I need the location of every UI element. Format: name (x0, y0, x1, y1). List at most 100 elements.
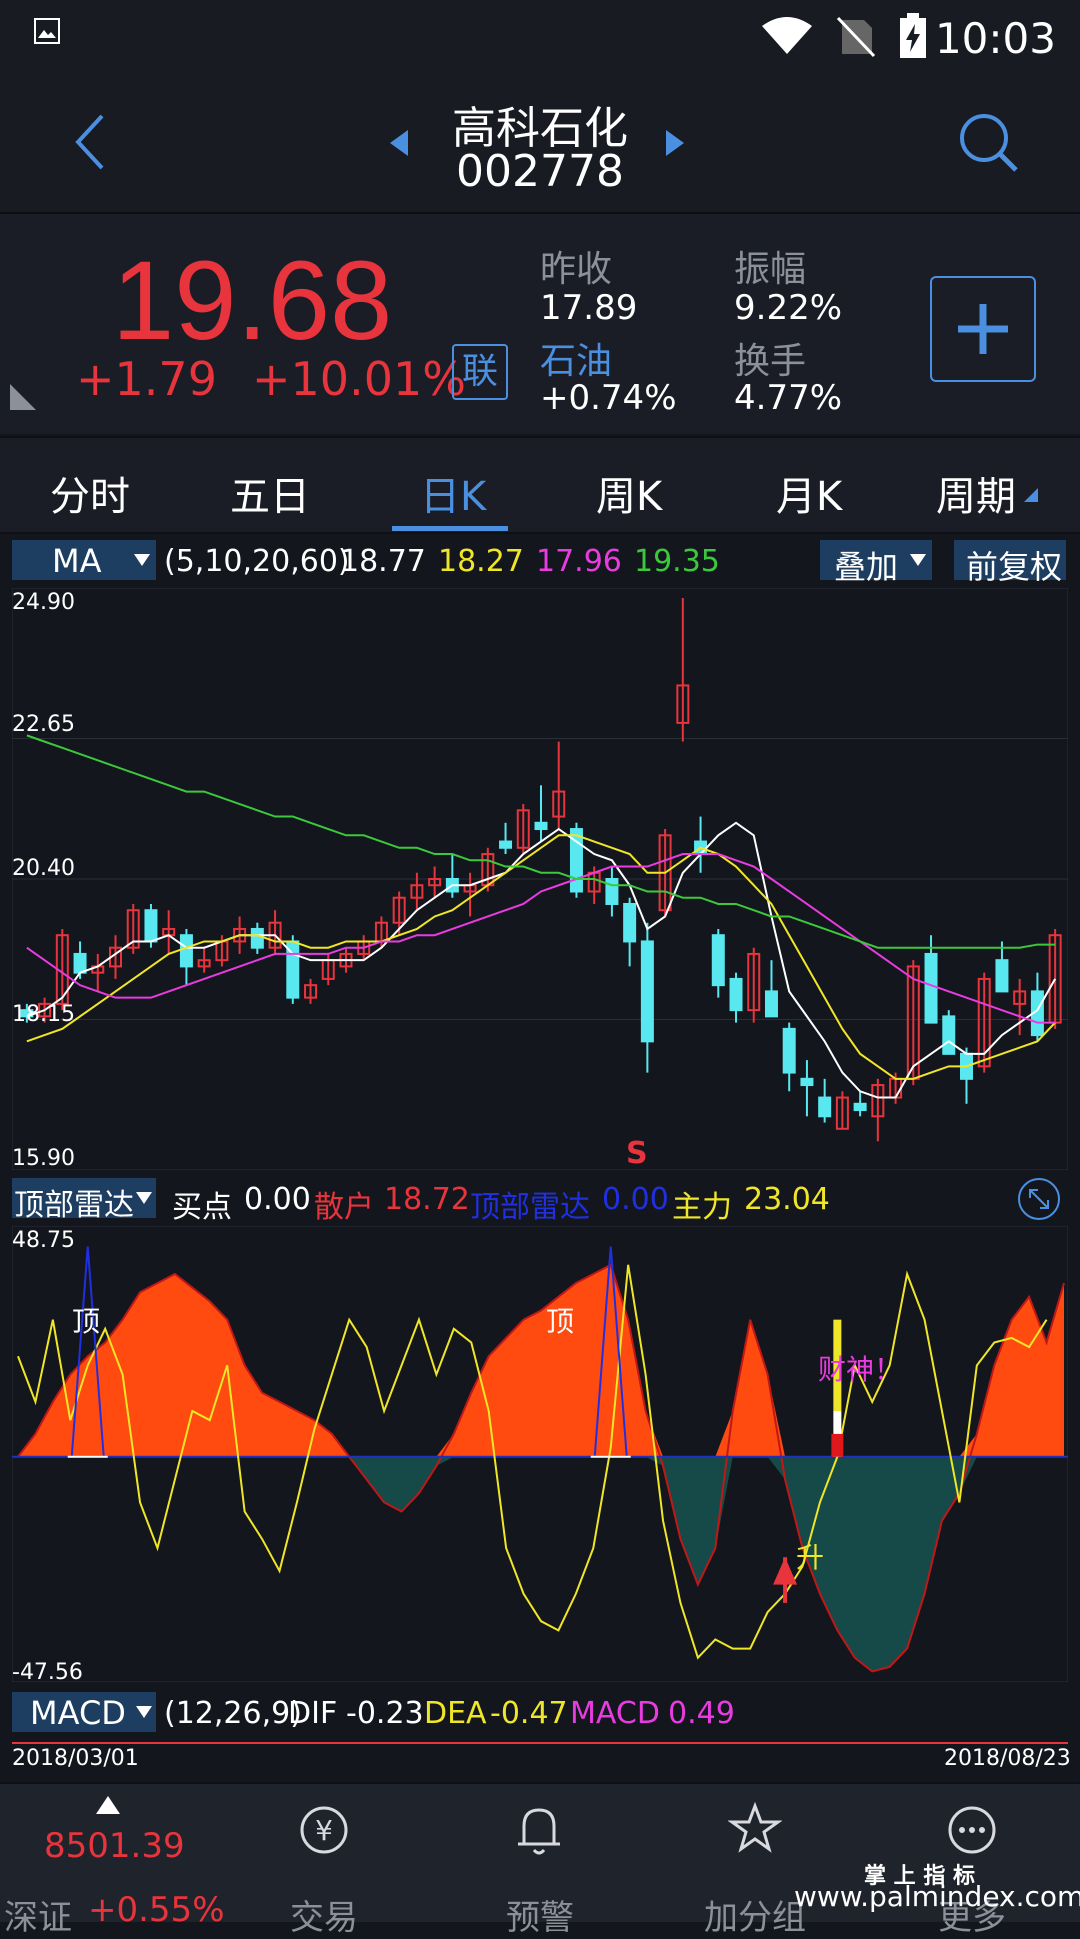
main-force-value: 23.04 (744, 1182, 830, 1217)
adjust-button[interactable]: 前复权 (954, 540, 1066, 586)
battery-charging-icon (900, 13, 926, 58)
retail-label: 散户 (314, 1190, 374, 1225)
linked-button[interactable]: 联 (452, 344, 508, 400)
macd-params: (12,26,9) (164, 1696, 302, 1731)
svg-text:¥: ¥ (315, 1814, 333, 1847)
trade-label[interactable]: 交易 (290, 1890, 358, 1939)
star-icon[interactable] (728, 1802, 782, 1856)
up-arrow-icon (96, 1796, 120, 1814)
tab-five-day[interactable]: 五日 (230, 464, 310, 522)
macd-value: 0.49 (668, 1696, 735, 1731)
prev-close-label: 昨收 (540, 249, 613, 290)
sell-signal-mark: S (626, 1136, 648, 1171)
radar-positive-area (18, 1264, 1064, 1457)
active-tab-indicator (392, 526, 508, 531)
plus-icon (958, 304, 1008, 354)
candle-body (605, 878, 619, 905)
ma20-value: 17.96 (536, 544, 622, 579)
tab-weekly-k[interactable]: 周K (596, 464, 662, 522)
price-axis-tick: 18.15 (12, 1002, 75, 1027)
candle-body (73, 952, 87, 974)
main-force-label: 主力 (672, 1190, 732, 1225)
top-signal-label: 顶 (72, 1305, 101, 1338)
candle-body (499, 840, 513, 849)
trade-icon[interactable]: ¥ (298, 1804, 350, 1856)
candle-body (623, 902, 637, 943)
radar-axis-min: -47.56 (12, 1660, 83, 1685)
candle-body (942, 1015, 956, 1055)
stock-code: 002778 (456, 146, 624, 197)
top-radar-value: 0.00 (602, 1182, 669, 1217)
price-change: +1.79 (76, 352, 217, 406)
top-radar-label: 顶部雷达 (470, 1190, 590, 1225)
sector-label[interactable]: 石油 (540, 332, 612, 384)
period-dropdown-icon (1024, 488, 1038, 502)
rise-signal-label: 升 (796, 1541, 825, 1574)
buy-point-label: 买点 (172, 1190, 232, 1225)
more-icon[interactable] (946, 1804, 998, 1856)
overlay-label: 叠加 (834, 548, 899, 586)
price-axis-min: 15.90 (12, 1146, 75, 1171)
index-name[interactable]: 深证 (4, 1890, 72, 1939)
corner-triangle-icon (10, 384, 36, 410)
adjust-label: 前复权 (966, 548, 1063, 586)
ma-selector-label: MA (52, 542, 102, 580)
tab-intraday[interactable]: 分时 (50, 464, 130, 522)
expand-icon[interactable] (1016, 1176, 1062, 1222)
chevron-down-icon (910, 554, 926, 566)
add-watchlist-button[interactable] (930, 276, 1036, 382)
turnover-label: 换手 (734, 341, 807, 382)
search-icon[interactable] (958, 112, 1020, 174)
candle-body (764, 990, 778, 1018)
kline-chart[interactable] (12, 588, 1068, 1170)
candle-body (818, 1096, 832, 1118)
macd-selector[interactable]: MACD (12, 1692, 156, 1732)
radar-selector[interactable]: 顶部雷达 (12, 1178, 156, 1223)
overlay-selector[interactable]: 叠加 (820, 540, 932, 586)
ma-params: (5,10,20,60) (164, 544, 350, 579)
radar-axis-max: 48.75 (12, 1228, 75, 1253)
retail-value: 18.72 (384, 1182, 470, 1217)
dif-value: -0.23 (346, 1696, 424, 1731)
sector-change: +0.74% (540, 378, 677, 418)
chevron-down-icon (136, 1706, 152, 1718)
price-axis-tick: 20.40 (12, 856, 75, 881)
add-group-label[interactable]: 加分组 (704, 1890, 806, 1939)
candle-body (144, 909, 158, 943)
chevron-down-icon (134, 554, 150, 566)
tab-daily-k[interactable]: 日K (420, 464, 486, 522)
index-value[interactable]: 8501.39 (44, 1826, 185, 1866)
price-change-pct: +10.01% (252, 352, 466, 406)
candle-body (534, 821, 548, 831)
amplitude-label: 振幅 (734, 249, 807, 290)
tab-monthly-k[interactable]: 月K (776, 464, 842, 522)
next-stock-icon[interactable] (666, 130, 684, 156)
macd-zero-line (12, 1742, 1068, 1744)
ma60-value: 19.35 (634, 544, 720, 579)
candle-body (179, 934, 193, 968)
radar-negative-area (18, 1456, 1064, 1672)
macd-label: MACD (570, 1696, 660, 1731)
alert-label[interactable]: 预警 (506, 1890, 574, 1939)
chevron-down-icon (136, 1192, 152, 1204)
candle-body (250, 927, 264, 949)
ma-selector[interactable]: MA (12, 540, 156, 580)
candle-body (729, 977, 743, 1012)
candle-body (782, 1027, 796, 1074)
no-sim-icon (836, 16, 876, 58)
bell-icon[interactable] (514, 1802, 564, 1858)
caishen-signal-label: 财神！ (818, 1353, 903, 1386)
period-tabs: 分时 五日 日K 周K 月K 周期 (0, 436, 1080, 534)
index-change[interactable]: +0.55% (88, 1890, 225, 1930)
radar-chart[interactable] (12, 1226, 1068, 1682)
dea-label: DEA (424, 1696, 487, 1731)
price-axis-tick: 22.65 (12, 712, 75, 737)
end-date: 2018/08/23 (944, 1746, 1071, 1771)
amplitude-value: 9.22% (734, 288, 843, 328)
dea-value: -0.47 (490, 1696, 568, 1731)
top-signal-label: 顶 (546, 1305, 575, 1338)
gallery-icon (34, 18, 60, 44)
wifi-icon (762, 17, 812, 54)
prev-close-value: 17.89 (540, 288, 638, 328)
tab-period[interactable]: 周期 (936, 464, 1016, 522)
